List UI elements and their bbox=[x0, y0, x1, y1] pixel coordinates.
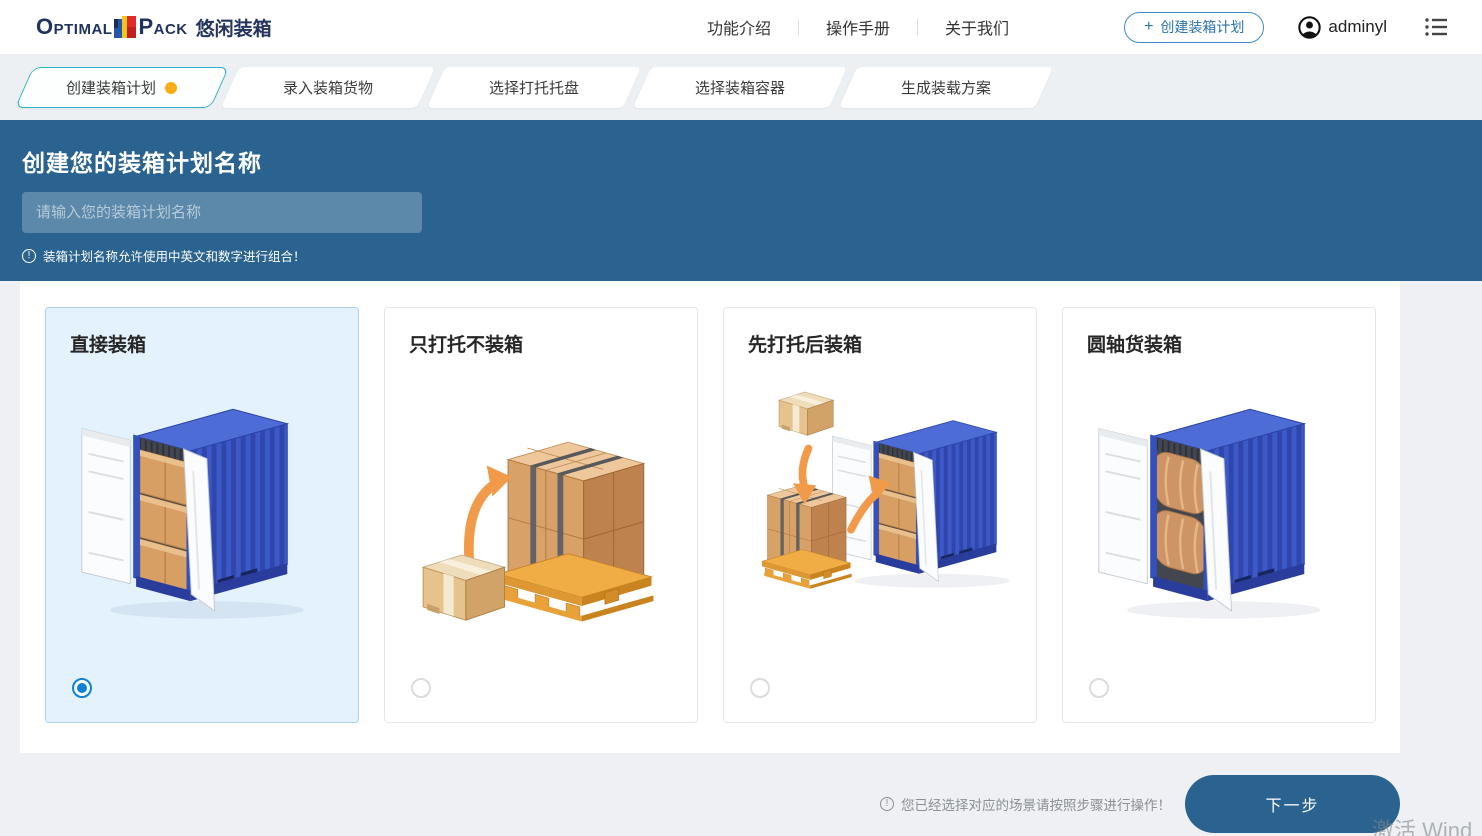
avatar-icon bbox=[1298, 16, 1321, 39]
step-label: 创建装箱计划 bbox=[66, 77, 156, 98]
create-plan-button[interactable]: + 创建装箱计划 bbox=[1124, 12, 1264, 43]
palletize-then-pack-illustration bbox=[735, 380, 1025, 632]
top-nav: 功能介绍 操作手册 关于我们 bbox=[680, 15, 1036, 39]
scenario-title: 直接装箱 bbox=[46, 308, 358, 357]
logo-text-cn: 悠闲装箱 bbox=[196, 14, 272, 41]
step-label: 生成装载方案 bbox=[901, 77, 991, 98]
scenario-panel: 直接装箱 只打托不装箱 先打托后装箱 bbox=[20, 281, 1400, 753]
scenario-radio-selected[interactable] bbox=[72, 678, 92, 698]
app-header: Optimal Pack 悠闲装箱 功能介绍 操作手册 关于我们 + 创建装箱计… bbox=[0, 0, 1482, 55]
logo-text-pack: Pack bbox=[138, 16, 187, 38]
scenario-card-roll-cargo[interactable]: 圆轴货装箱 bbox=[1062, 307, 1376, 723]
roll-cargo-illustration bbox=[1093, 392, 1345, 632]
scenario-card-direct-packing[interactable]: 直接装箱 bbox=[45, 307, 359, 723]
active-step-dot-icon bbox=[166, 82, 178, 94]
plan-name-hint: ! 装箱计划名称允许使用中英文和数字进行组合！ bbox=[22, 246, 1482, 265]
step-select-pallet[interactable]: 选择打托托盘 bbox=[427, 67, 641, 108]
user-menu[interactable]: adminyl bbox=[1298, 16, 1387, 39]
info-icon: ! bbox=[22, 249, 36, 263]
scenario-card-palletize-then-pack[interactable]: 先打托后装箱 bbox=[723, 307, 1037, 723]
scenario-title: 只打托不装箱 bbox=[385, 308, 697, 357]
nav-features[interactable]: 功能介绍 bbox=[680, 15, 798, 39]
username: adminyl bbox=[1328, 17, 1387, 37]
footer-hint-text: 您已经选择对应的场景请按照步骤进行操作！ bbox=[901, 794, 1171, 814]
direct-packing-illustration bbox=[76, 392, 328, 632]
nav-about[interactable]: 关于我们 bbox=[918, 15, 1036, 39]
logo-text-optimal: Optimal bbox=[36, 16, 112, 38]
next-step-button[interactable]: 下一步 bbox=[1185, 775, 1400, 833]
step-create-plan[interactable]: 创建装箱计划 bbox=[15, 67, 229, 108]
step-label: 选择打托托盘 bbox=[489, 77, 579, 98]
page-title: 创建您的装箱计划名称 bbox=[22, 120, 1482, 178]
step-enter-cargo[interactable]: 录入装箱货物 bbox=[221, 67, 435, 108]
logo-cube-icon bbox=[114, 16, 136, 38]
list-menu-icon[interactable] bbox=[1425, 17, 1448, 37]
info-icon: ! bbox=[880, 797, 894, 811]
footer-hint: ! 您已经选择对应的场景请按照步骤进行操作！ bbox=[880, 794, 1171, 814]
plan-name-hint-text: 装箱计划名称允许使用中英文和数字进行组合！ bbox=[43, 246, 306, 265]
step-select-container[interactable]: 选择装箱容器 bbox=[633, 67, 847, 108]
plan-name-section: 创建您的装箱计划名称 ! 装箱计划名称允许使用中英文和数字进行组合！ bbox=[0, 120, 1482, 281]
scenario-radio[interactable] bbox=[411, 678, 431, 698]
scenario-title: 先打托后装箱 bbox=[724, 308, 1036, 357]
app-logo[interactable]: Optimal Pack 悠闲装箱 bbox=[36, 14, 272, 41]
step-generate-plan[interactable]: 生成装载方案 bbox=[839, 67, 1053, 108]
create-plan-button-label: 创建装箱计划 bbox=[1160, 17, 1244, 37]
scenario-section: 直接装箱 只打托不装箱 先打托后装箱 bbox=[0, 281, 1482, 753]
scenario-radio[interactable] bbox=[750, 678, 770, 698]
scenario-card-palletize-only[interactable]: 只打托不装箱 bbox=[384, 307, 698, 723]
scenario-radio[interactable] bbox=[1089, 678, 1109, 698]
plan-name-input[interactable] bbox=[22, 192, 422, 233]
scenario-title: 圆轴货装箱 bbox=[1063, 308, 1375, 357]
step-tabs: 创建装箱计划 录入装箱货物 选择打托托盘 选择装箱容器 生成装载方案 bbox=[0, 55, 1482, 120]
step-label: 选择装箱容器 bbox=[695, 77, 785, 98]
footer-bar: ! 您已经选择对应的场景请按照步骤进行操作！ 下一步 bbox=[0, 753, 1482, 836]
palletize-only-illustration bbox=[415, 392, 667, 632]
plus-icon: + bbox=[1144, 19, 1153, 35]
step-label: 录入装箱货物 bbox=[283, 77, 373, 98]
nav-manual[interactable]: 操作手册 bbox=[799, 15, 917, 39]
